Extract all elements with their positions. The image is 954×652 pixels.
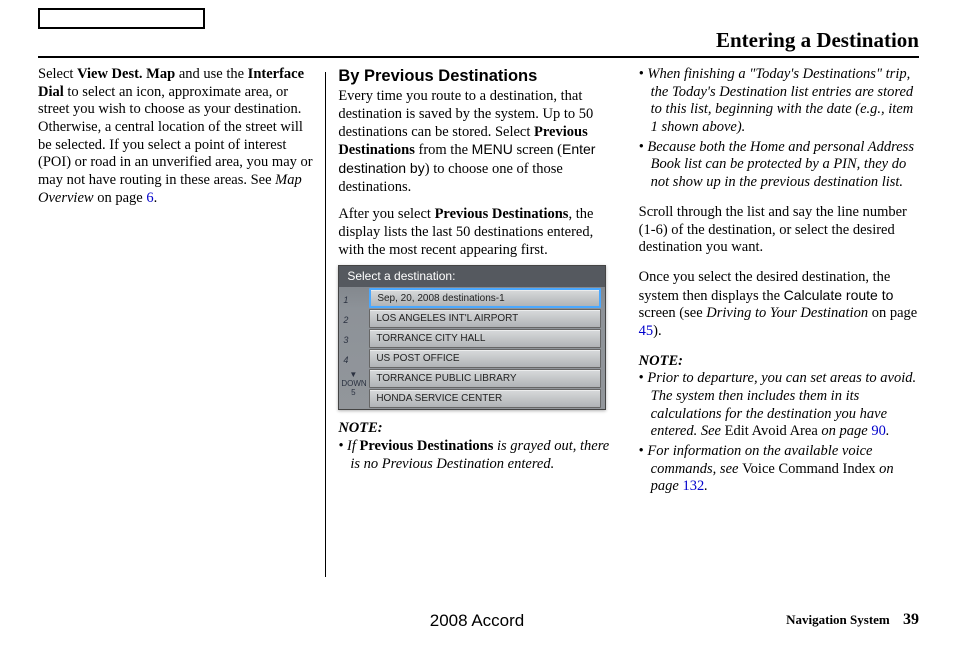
page-title: Entering a Destination — [716, 28, 919, 54]
note-item: If Previous Destinations is grayed out, … — [338, 438, 618, 473]
column-3: When finishing a "Today's Destinations" … — [639, 66, 919, 592]
text: on page — [94, 190, 147, 206]
col3-paragraph-1: Scroll through the list and say the line… — [639, 204, 919, 257]
list-item: TORRANCE CITY HALL — [369, 329, 601, 348]
search-input-box[interactable] — [38, 8, 205, 29]
content-columns: Select View Dest. Map and use the Interf… — [38, 66, 919, 592]
column-2: By Previous Destinations Every time you … — [338, 66, 618, 592]
list-item: TORRANCE PUBLIC LIBRARY — [369, 369, 601, 388]
note-heading-2: NOTE: — [639, 353, 919, 371]
footer-model-year: 2008 Accord — [430, 611, 525, 632]
nav-screenshot: Select a destination: 1234 ▼DOWN 5 Sep, … — [338, 265, 606, 410]
driving-to-dest-ref: Driving to Your Destination — [706, 305, 868, 321]
list-item: US POST OFFICE — [369, 349, 601, 368]
screenshot-header: Select a destination: — [339, 266, 605, 287]
text: screen ( — [513, 142, 562, 158]
text: screen (see — [639, 305, 707, 321]
text: After you select — [338, 206, 434, 222]
text: to select an icon, approximate area, or … — [38, 84, 313, 188]
list-item: HONDA SERVICE CENTER — [369, 389, 601, 408]
text: If — [347, 438, 359, 454]
text: ). — [653, 323, 661, 339]
text: from the — [415, 142, 472, 158]
text: on page — [868, 305, 917, 321]
top-bullet-list: When finishing a "Today's Destinations" … — [639, 66, 919, 192]
col2-paragraph-2: After you select Previous Destinations, … — [338, 206, 618, 259]
screenshot-list: Sep, 20, 2008 destinations-1 LOS ANGELES… — [369, 288, 601, 405]
section-heading-previous-destinations: By Previous Destinations — [338, 66, 618, 86]
note-item: For information on the available voice c… — [639, 443, 919, 496]
footer-right: Navigation System 39 — [786, 610, 919, 630]
screenshot-row-numbers: 1234 — [343, 290, 348, 370]
list-item: LOS ANGELES INT'L AIRPORT — [369, 309, 601, 328]
note-list-2: Prior to departure, you can set areas to… — [639, 370, 919, 496]
menu-label: MENU — [472, 141, 513, 157]
text: . — [154, 190, 158, 206]
page-number: 39 — [903, 611, 919, 628]
note-item: Prior to departure, you can set areas to… — [639, 370, 919, 441]
page-link-90[interactable]: 90 — [871, 423, 886, 439]
calculate-route-label: Calculate route to — [784, 287, 894, 303]
list-item: Sep, 20, 2008 destinations-1 — [369, 288, 601, 308]
bullet-item: When finishing a "Today's Destinations" … — [639, 66, 919, 137]
page-link-45[interactable]: 45 — [639, 323, 654, 339]
bullet-item: Because both the Home and personal Addre… — [639, 139, 919, 192]
page-link-6[interactable]: 6 — [146, 190, 153, 206]
view-dest-map-label: View Dest. Map — [77, 66, 175, 82]
footer-label: Navigation System — [786, 612, 890, 627]
note-list: If Previous Destinations is grayed out, … — [338, 438, 618, 473]
down-arrow-icon: ▼DOWN 5 — [341, 370, 365, 388]
note-heading: NOTE: — [338, 420, 618, 438]
prev-dest-bold: Previous Destinations — [360, 438, 494, 454]
text: . — [886, 423, 890, 439]
col2-paragraph-1: Every time you route to a destination, t… — [338, 88, 618, 196]
page-link-132[interactable]: 132 — [682, 478, 704, 494]
edit-avoid-area-ref: Edit Avoid Area — [725, 423, 818, 439]
text: on page — [818, 423, 872, 439]
voice-command-index-ref: Voice Command Index — [742, 461, 875, 477]
text: . — [704, 478, 708, 494]
col3-paragraph-2: Once you select the desired destination,… — [639, 269, 919, 341]
text: and use the — [175, 66, 247, 82]
col1-paragraph: Select View Dest. Map and use the Interf… — [38, 66, 318, 208]
column-1: Select View Dest. Map and use the Interf… — [38, 66, 318, 592]
text: Select — [38, 66, 77, 82]
prev-dest-label-2: Previous Destinations — [435, 206, 569, 222]
title-rule — [38, 56, 919, 58]
